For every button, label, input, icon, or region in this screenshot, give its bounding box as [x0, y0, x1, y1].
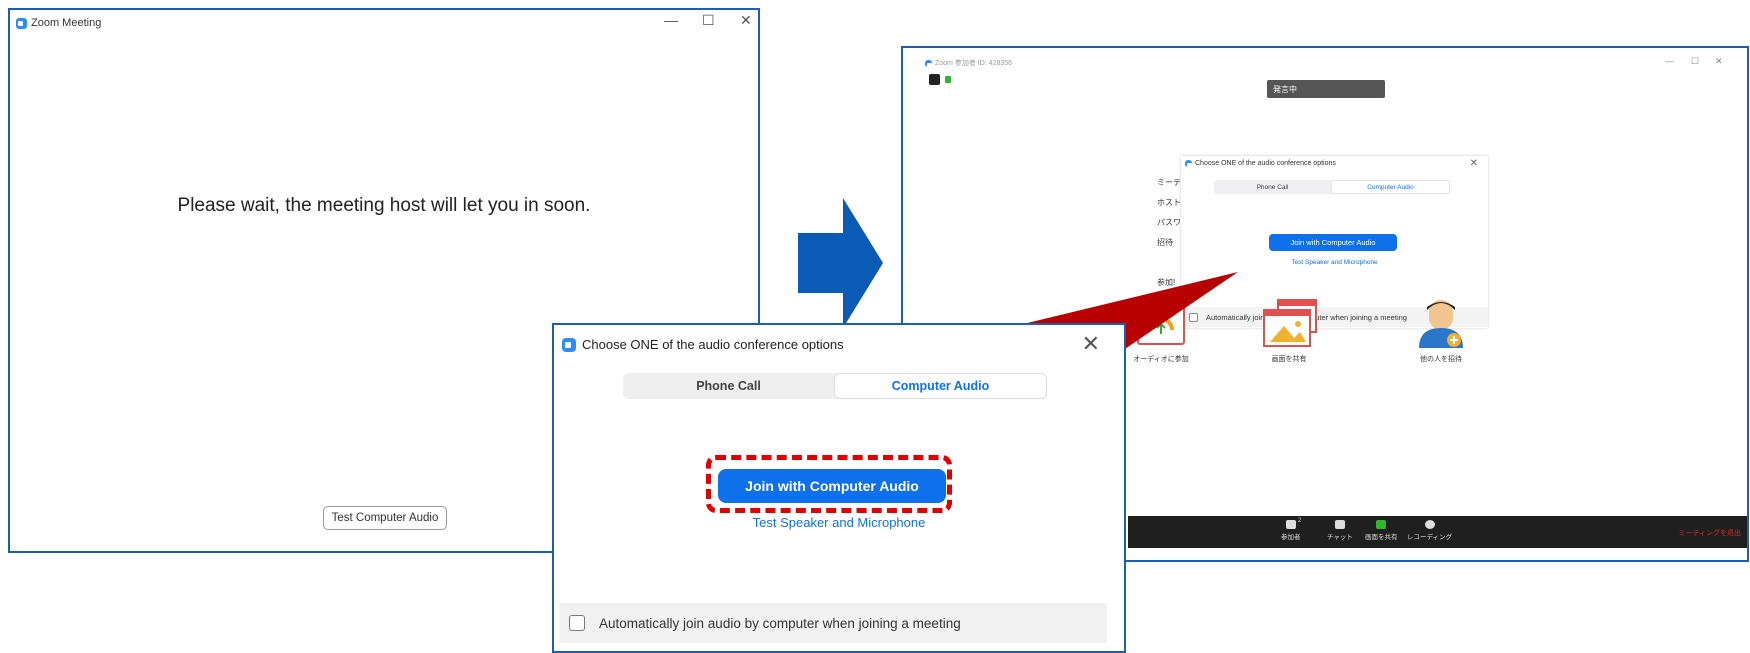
- mini-tabs: Phone Call Computer Audio: [1214, 180, 1450, 194]
- close-icon[interactable]: ✕: [1082, 331, 1100, 357]
- tab-phone-call[interactable]: Phone Call: [1214, 180, 1331, 194]
- leave-meeting-button[interactable]: ミーティングを退出: [1678, 528, 1741, 538]
- close-button[interactable]: ✕: [740, 12, 752, 29]
- maximize-button[interactable]: ☐: [702, 12, 715, 29]
- share-screen-icon: [1263, 299, 1317, 347]
- camera-icon: [929, 74, 940, 85]
- record-button[interactable]: レコーディング: [1407, 520, 1452, 541]
- zoom-logo-icon: [562, 337, 576, 352]
- test-computer-audio-button[interactable]: Test Computer Audio: [323, 506, 447, 530]
- invite-person-icon: [1419, 300, 1463, 348]
- zoom-logo-icon: [1185, 160, 1192, 168]
- password-label: パスワ: [1157, 218, 1181, 227]
- audio-conference-dialog: Choose ONE of the audio conference optio…: [552, 323, 1126, 653]
- join-computer-audio-button[interactable]: Join with Computer Audio: [1269, 234, 1397, 251]
- close-icon[interactable]: ✕: [1470, 158, 1478, 169]
- test-speaker-microphone-link[interactable]: Test Speaker and Microphone: [554, 515, 1124, 530]
- window-title: Zoom Meeting: [31, 17, 102, 29]
- zoom-logo-icon: [16, 17, 27, 29]
- dialog-title: Choose ONE of the audio conference optio…: [582, 337, 844, 352]
- zoom-logo-icon: [925, 59, 932, 68]
- right-arrow-icon: [798, 198, 883, 328]
- tab-phone-call[interactable]: Phone Call: [623, 373, 834, 399]
- invite-label: 他の人を招待: [1420, 356, 1462, 363]
- share-screen-feature[interactable]: 画面を共有: [1254, 298, 1324, 364]
- mini-dialog-title: Choose ONE of the audio conference optio…: [1195, 160, 1336, 167]
- highlight-box: [706, 455, 952, 513]
- title-bar: Zoom Meeting: [10, 10, 758, 36]
- maximize-button[interactable]: ☐: [1691, 56, 1699, 67]
- minimize-button[interactable]: —: [1665, 56, 1674, 66]
- minimize-button[interactable]: —: [664, 12, 678, 28]
- auto-join-label: Automatically join audio by computer whe…: [599, 615, 961, 631]
- auto-join-checkbox[interactable]: [569, 615, 585, 631]
- share-screen-button[interactable]: 画面を共有: [1365, 520, 1398, 541]
- invite-label: 招待: [1157, 238, 1173, 247]
- participant-count: 2: [1298, 518, 1302, 524]
- tab-computer-audio[interactable]: Computer Audio: [1331, 180, 1450, 194]
- speaking-indicator: 発言中: [1267, 80, 1385, 98]
- lock-icon: [945, 76, 951, 83]
- close-button[interactable]: ✕: [1715, 56, 1723, 67]
- audio-option-tabs: Phone Call Computer Audio: [623, 373, 1047, 399]
- test-speaker-link[interactable]: Test Speaker and Microphone: [1181, 259, 1488, 266]
- chat-button[interactable]: チャット: [1327, 520, 1353, 541]
- chat-icon: [1334, 520, 1345, 529]
- meeting-toolbar: 参加者 2 チャット 画面を共有 レコーディング ミーティングを退出: [1128, 516, 1747, 548]
- participants-icon: [1285, 520, 1296, 529]
- waiting-message: Please wait, the meeting host will let y…: [177, 195, 591, 216]
- meeting-window-title: Zoom 参加者 ID: 428356: [925, 58, 1012, 68]
- host-label: ホスト: [1157, 198, 1181, 207]
- auto-join-row[interactable]: Automatically join audio by computer whe…: [559, 603, 1107, 643]
- meeting-info-label: ミーテ: [1157, 178, 1181, 187]
- share-screen-icon: [1376, 520, 1387, 529]
- participants-button[interactable]: 参加者 2: [1281, 518, 1302, 541]
- tab-computer-audio[interactable]: Computer Audio: [834, 373, 1047, 399]
- record-icon: [1424, 520, 1435, 529]
- share-screen-label: 画面を共有: [1271, 356, 1307, 363]
- invite-feature[interactable]: 他の人を招待: [1411, 298, 1471, 364]
